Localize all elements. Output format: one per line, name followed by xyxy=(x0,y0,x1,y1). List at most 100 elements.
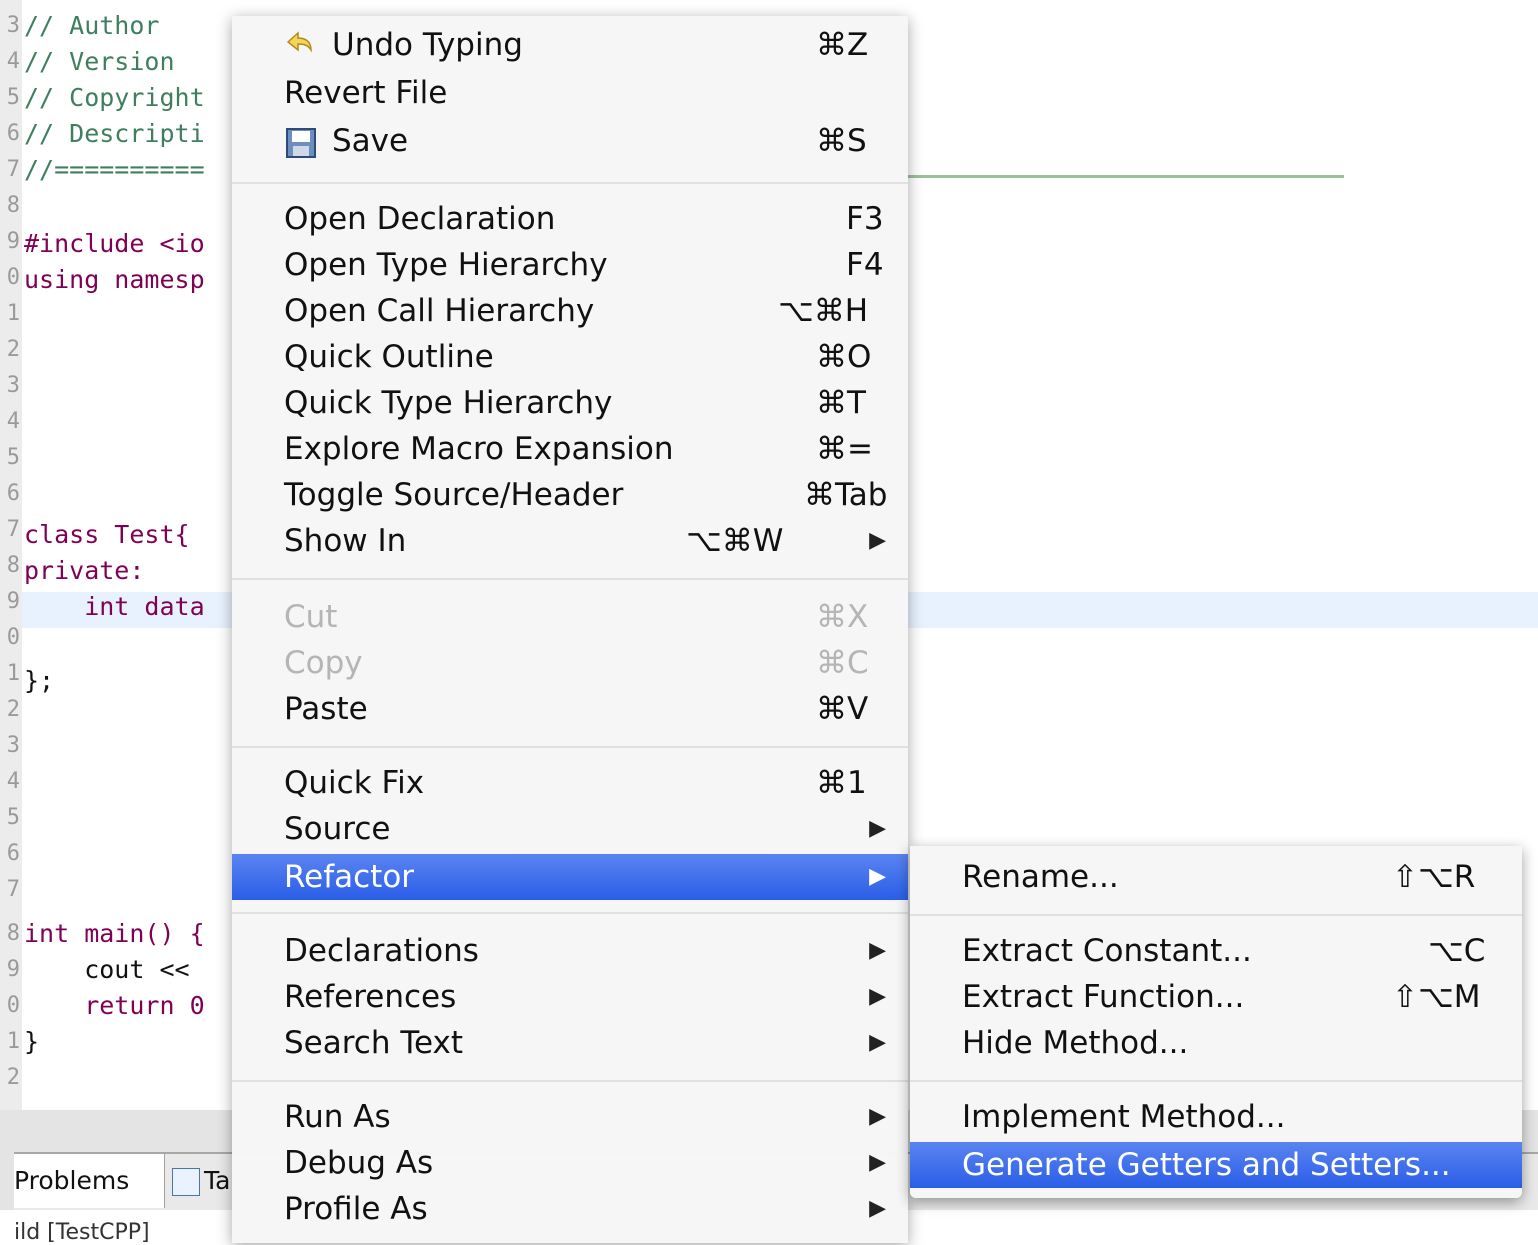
line-number: 5 xyxy=(6,805,20,830)
menu-shortcut: ⌘C xyxy=(816,645,869,681)
menu-shortcut: ⌘Z xyxy=(816,27,869,63)
menu-shortcut: ⌥⌘H xyxy=(778,293,869,329)
line-number: 4 xyxy=(6,769,20,794)
tab-problems[interactable]: Problems xyxy=(14,1154,165,1208)
menu-item-source[interactable]: Source ▶ xyxy=(232,806,908,852)
undo-icon xyxy=(286,31,312,53)
submenu-item-hide-method[interactable]: Hide Method... xyxy=(910,1020,1522,1066)
menu-label: Explore Macro Expansion xyxy=(284,431,674,467)
menu-item-run-as[interactable]: Run As ▶ xyxy=(232,1094,908,1140)
menu-separator xyxy=(910,914,1522,916)
line-number: 3 xyxy=(6,13,20,38)
submenu-item-extract-function[interactable]: Extract Function... ⇧⌥M xyxy=(910,974,1522,1020)
code-line: int main() { xyxy=(24,919,205,948)
submenu-item-extract-constant[interactable]: Extract Constant... ⌥C xyxy=(910,928,1522,974)
menu-shortcut: ⌘1 xyxy=(816,765,867,801)
menu-shortcut: F3 xyxy=(846,201,884,237)
menu-item-quick-type-hierarchy[interactable]: Quick Type Hierarchy ⌘T xyxy=(232,380,908,426)
menu-separator xyxy=(910,1080,1522,1082)
code-line: }; xyxy=(24,666,55,695)
submenu-item-generate-getters-setters[interactable]: Generate Getters and Setters... xyxy=(910,1142,1522,1188)
menu-item-profile-as[interactable]: Profile As ▶ xyxy=(232,1186,908,1232)
menu-item-revert-file[interactable]: Revert File xyxy=(232,70,908,116)
menu-label: Run As xyxy=(284,1099,391,1135)
submenu-arrow-icon: ▶ xyxy=(869,984,886,1009)
context-menu: Undo Typing ⌘Z Revert File Save ⌘S Open … xyxy=(232,16,908,1243)
code-line: // Version xyxy=(24,47,175,76)
line-number: 4 xyxy=(6,409,20,434)
menu-label: Save xyxy=(332,123,409,159)
menu-label: Quick Type Hierarchy xyxy=(284,385,613,421)
menu-shortcut: ⌥⌘W xyxy=(686,523,784,559)
line-number: 7 xyxy=(6,877,20,902)
menu-label: Cut xyxy=(284,599,338,635)
menu-separator xyxy=(232,912,908,914)
line-number: 9 xyxy=(6,589,20,614)
menu-item-refactor[interactable]: Refactor ▶ xyxy=(232,854,908,900)
menu-item-toggle-source-header[interactable]: Toggle Source/Header ⌘Tab xyxy=(232,472,908,518)
menu-item-open-call-hierarchy[interactable]: Open Call Hierarchy ⌥⌘H xyxy=(232,288,908,334)
menu-item-explore-macro-expansion[interactable]: Explore Macro Expansion ⌘= xyxy=(232,426,908,472)
menu-shortcut: ⌘O xyxy=(816,339,872,375)
menu-label: Paste xyxy=(284,691,368,727)
menu-separator xyxy=(232,578,908,580)
menu-label: Generate Getters and Setters... xyxy=(962,1147,1451,1183)
menu-item-copy[interactable]: Copy ⌘C xyxy=(232,640,908,686)
line-number: 8 xyxy=(6,921,20,946)
code-line: // Descripti xyxy=(24,119,205,148)
code-line: class Test{ xyxy=(24,520,190,549)
menu-label: References xyxy=(284,979,457,1015)
tasks-icon xyxy=(172,1168,200,1196)
code-line: int data xyxy=(24,592,205,621)
menu-shortcut: ⌘S xyxy=(816,123,867,159)
refactor-submenu: Rename... ⇧⌥R Extract Constant... ⌥C Ext… xyxy=(910,846,1522,1198)
menu-label: Quick Fix xyxy=(284,765,425,801)
menu-shortcut: ⇧⌥R xyxy=(1392,859,1476,895)
menu-label: Profile As xyxy=(284,1191,428,1227)
line-number: 8 xyxy=(6,193,20,218)
menu-shortcut: ⌘T xyxy=(816,385,866,421)
menu-shortcut: ⇧⌥M xyxy=(1392,979,1481,1015)
menu-item-references[interactable]: References ▶ xyxy=(232,974,908,1020)
menu-shortcut: F4 xyxy=(846,247,884,283)
code-line: //========== xyxy=(24,155,205,184)
submenu-item-implement-method[interactable]: Implement Method... xyxy=(910,1094,1522,1140)
menu-item-save[interactable]: Save ⌘S xyxy=(232,118,908,164)
code-line: } xyxy=(24,1027,40,1056)
menu-label: Rename... xyxy=(962,859,1119,895)
menu-item-show-in[interactable]: Show In ⌥⌘W ▶ xyxy=(232,518,908,564)
line-number: 6 xyxy=(6,121,20,146)
menu-item-undo-typing[interactable]: Undo Typing ⌘Z xyxy=(232,22,908,68)
line-number: 1 xyxy=(6,301,20,326)
line-number: 6 xyxy=(6,481,20,506)
menu-item-open-type-hierarchy[interactable]: Open Type Hierarchy F4 xyxy=(232,242,908,288)
menu-item-search-text[interactable]: Search Text ▶ xyxy=(232,1020,908,1066)
menu-label: Show In xyxy=(284,523,407,559)
menu-item-cut[interactable]: Cut ⌘X xyxy=(232,594,908,640)
menu-item-quick-outline[interactable]: Quick Outline ⌘O xyxy=(232,334,908,380)
menu-label: Open Type Hierarchy xyxy=(284,247,608,283)
line-number: 4 xyxy=(6,49,20,74)
menu-label: Debug As xyxy=(284,1145,434,1181)
menu-label: Undo Typing xyxy=(332,27,523,63)
line-number: 8 xyxy=(6,553,20,578)
code-line: private: xyxy=(24,556,145,585)
menu-label: Extract Function... xyxy=(962,979,1245,1015)
submenu-item-rename[interactable]: Rename... ⇧⌥R xyxy=(910,854,1522,900)
line-number: 9 xyxy=(6,229,20,254)
line-number: 6 xyxy=(6,841,20,866)
menu-label: Declarations xyxy=(284,933,479,969)
menu-item-paste[interactable]: Paste ⌘V xyxy=(232,686,908,732)
code-line: return 0 xyxy=(24,991,205,1020)
line-number: 0 xyxy=(6,265,20,290)
menu-item-open-declaration[interactable]: Open Declaration F3 xyxy=(232,196,908,242)
menu-item-debug-as[interactable]: Debug As ▶ xyxy=(232,1140,908,1186)
menu-separator xyxy=(232,1080,908,1082)
menu-shortcut: ⌥C xyxy=(1428,933,1486,969)
menu-separator xyxy=(232,746,908,748)
menu-item-quick-fix[interactable]: Quick Fix ⌘1 xyxy=(232,760,908,806)
comment-separator-line xyxy=(908,175,1344,178)
menu-item-declarations[interactable]: Declarations ▶ xyxy=(232,928,908,974)
menu-shortcut: ⌘Tab xyxy=(804,477,888,513)
line-number: 1 xyxy=(6,1029,20,1054)
